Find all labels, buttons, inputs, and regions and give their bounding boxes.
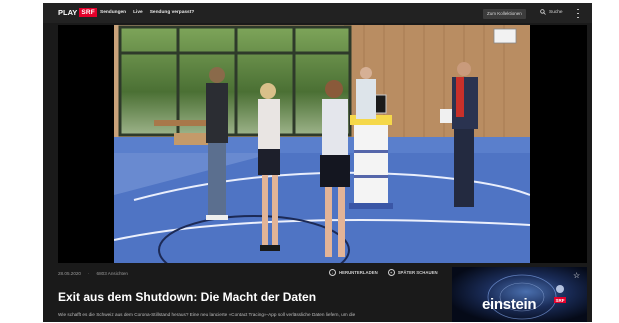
episode-views: 6803 Ansichten bbox=[96, 271, 128, 276]
star-icon[interactable]: ☆ bbox=[573, 272, 580, 280]
video-frame bbox=[114, 25, 530, 263]
logo-text: PLAY bbox=[58, 8, 78, 17]
show-badge: SRF bbox=[554, 297, 566, 303]
episode-separator: · bbox=[88, 271, 90, 276]
watch-later-button[interactable]: + SPÄTER SCHAUEN bbox=[387, 269, 438, 276]
show-name: einstein bbox=[482, 296, 537, 313]
logo-badge: SRF bbox=[79, 8, 97, 17]
download-label: HERUNTERLADEN bbox=[339, 270, 378, 275]
more-vertical-icon[interactable] bbox=[576, 9, 580, 18]
watch-later-label: SPÄTER SCHAUEN bbox=[397, 270, 438, 275]
search-label: Suche bbox=[549, 9, 563, 15]
nav-item-sendungen[interactable]: Sendungen bbox=[100, 10, 126, 15]
play-srf-logo[interactable]: PLAY SRF bbox=[58, 8, 97, 17]
episode-description: Wie schafft es die Schweiz aus dem Coron… bbox=[58, 312, 356, 317]
download-icon: ↓ bbox=[329, 269, 336, 276]
search-button[interactable]: Suche bbox=[540, 9, 563, 15]
show-card[interactable]: einstein SRF ☆ bbox=[452, 267, 587, 322]
episode-meta: 28.05.2020 · 6803 Ansichten bbox=[58, 271, 128, 276]
download-button[interactable]: ↓ HERUNTERLADEN bbox=[329, 269, 378, 276]
nav-item-live[interactable]: Live bbox=[133, 10, 143, 15]
search-icon bbox=[540, 9, 546, 15]
nav-item-sendung-verpasst[interactable]: Sendung verpasst? bbox=[150, 10, 195, 15]
top-navigation-bar: PLAY SRF Sendungen Live Sendung verpasst… bbox=[43, 3, 592, 23]
watch-later-icon: + bbox=[387, 269, 395, 276]
episode-actions: ↓ HERUNTERLADEN + SPÄTER SCHAUEN bbox=[329, 269, 438, 276]
show-card-background bbox=[452, 267, 587, 322]
episode-title: Exit aus dem Shutdown: Die Macht der Dat… bbox=[58, 290, 317, 304]
main-nav: Sendungen Live Sendung verpasst? bbox=[100, 10, 194, 15]
collection-button[interactable]: Zum Kollektionen bbox=[483, 9, 526, 19]
video-player[interactable] bbox=[58, 25, 587, 263]
play-srf-app: PLAY SRF Sendungen Live Sendung verpasst… bbox=[43, 3, 592, 322]
episode-date: 28.05.2020 bbox=[58, 271, 81, 276]
